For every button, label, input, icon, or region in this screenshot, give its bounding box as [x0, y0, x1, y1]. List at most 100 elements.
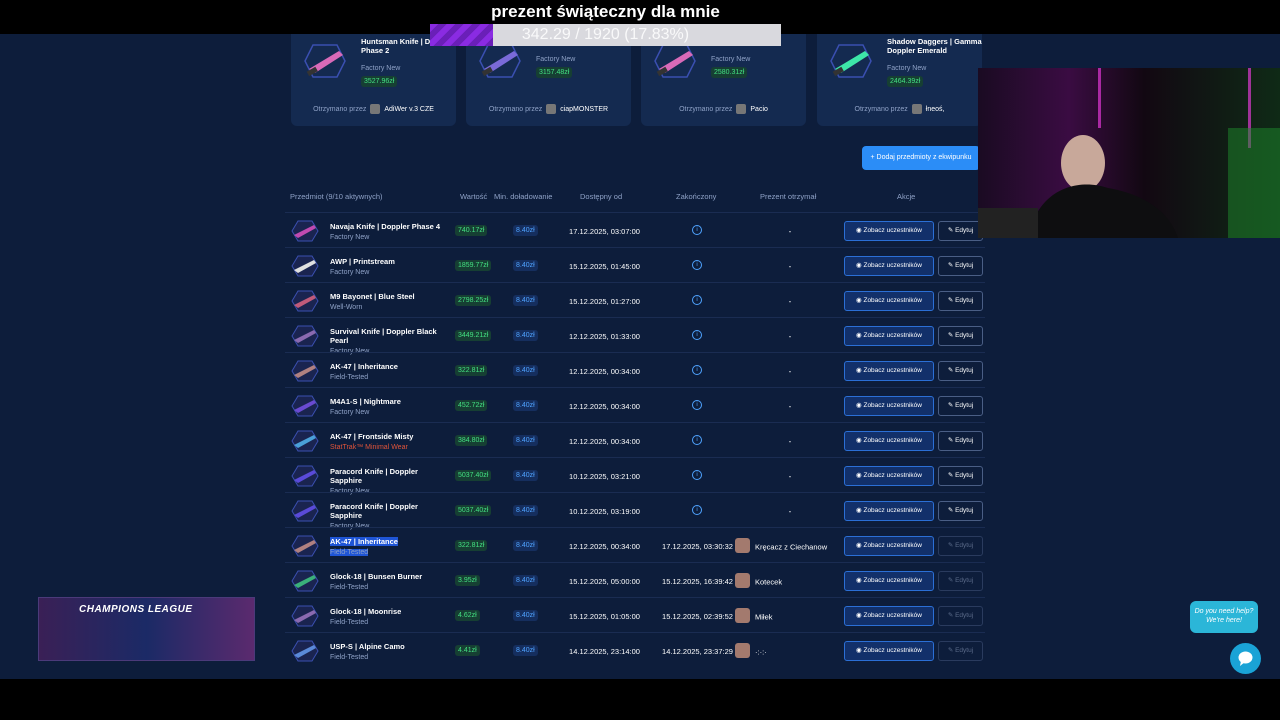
- card-item-condition: Factory New: [711, 56, 751, 63]
- view-participants-button[interactable]: ◉ Zobacz uczestników: [844, 466, 934, 486]
- edit-button[interactable]: ✎ Edytuj: [938, 396, 983, 416]
- recent-card[interactable]: Huntsman Knife | Doppler Phase 2 Factory …: [291, 34, 456, 126]
- edit-icon: ✎: [947, 332, 956, 339]
- item-icon: [291, 255, 319, 277]
- info-icon[interactable]: i: [692, 330, 702, 340]
- item-icon: [291, 325, 319, 347]
- chat-launcher-icon[interactable]: [1230, 643, 1261, 674]
- view-participants-button[interactable]: ◉ Zobacz uczestników: [844, 291, 934, 311]
- view-participants-button[interactable]: ◉ Zobacz uczestników: [844, 501, 934, 521]
- item-name-text: USP-S | Alpine Camo: [330, 642, 405, 651]
- edit-icon: ✎: [947, 262, 956, 269]
- item-name-text: Glock-18 | Bunsen Burner: [330, 572, 423, 581]
- edit-icon: ✎: [947, 297, 956, 304]
- winner-avatar: [735, 573, 750, 588]
- item-condition-text: Factory New: [330, 234, 370, 241]
- info-icon[interactable]: i: [692, 225, 702, 235]
- edit-button[interactable]: ✎ Edytuj: [938, 361, 983, 381]
- card-item-price: 3527.96zł: [361, 76, 398, 87]
- table-row: M4A1-S | Nightmare Factory New 452.72zł 8.4…: [285, 387, 985, 423]
- winner-avatar: [735, 608, 750, 623]
- item-name: Glock-18 | Moonrise: [330, 607, 450, 616]
- champions-league-overlay: CHAMPIONS LEAGUE: [38, 597, 255, 661]
- item-condition: Well-Worn: [330, 304, 362, 311]
- col-header-actions: Akcje: [897, 192, 916, 201]
- edit-button[interactable]: ✎ Edytuj: [938, 466, 983, 486]
- view-participants-label: Zobacz uczestników: [863, 367, 922, 374]
- edit-button[interactable]: ✎ Edytuj: [938, 256, 983, 276]
- view-participants-button[interactable]: ◉ Zobacz uczestników: [844, 396, 934, 416]
- recent-card[interactable]: Phase 4Factory New3157.48złOtrzymano prz…: [466, 34, 631, 126]
- info-icon[interactable]: i: [692, 260, 702, 270]
- edit-label: Edytuj: [955, 367, 974, 374]
- view-participants-button[interactable]: ◉ Zobacz uczestników: [844, 361, 934, 381]
- table-row: M9 Bayonet | Blue Steel Well-Worn 2798.25z…: [285, 282, 985, 318]
- winner: Kotecek: [735, 573, 845, 588]
- item-condition-text: Field-Tested: [330, 584, 369, 591]
- info-icon[interactable]: i: [692, 365, 702, 375]
- item-condition-text: Field-Tested: [330, 654, 369, 661]
- edit-button[interactable]: ✎ Edytuj: [938, 501, 983, 521]
- table-row: AK-47 | Inheritance Field-Tested 322.81zł 8…: [285, 527, 985, 563]
- item-value: 322.81zł: [455, 365, 488, 376]
- view-participants-button[interactable]: ◉ Zobacz uczestników: [844, 571, 934, 591]
- item-condition: StatTrak™ Minimal Wear: [330, 444, 408, 451]
- edit-icon: ✎: [947, 647, 956, 654]
- edit-button: ✎ Edytuj: [938, 536, 983, 556]
- edit-icon: ✎: [947, 507, 956, 514]
- min-deposit: 8.40zł: [513, 365, 538, 376]
- item-name: Navaja Knife | Doppler Phase 4: [330, 222, 450, 231]
- view-participants-label: Zobacz uczestników: [863, 612, 922, 619]
- view-participants-button[interactable]: ◉ Zobacz uczestników: [844, 221, 934, 241]
- view-participants-button[interactable]: ◉ Zobacz uczestników: [844, 536, 934, 556]
- item-condition-text: Well-Worn: [330, 304, 363, 311]
- winner-empty: -: [788, 507, 792, 516]
- edit-icon: ✎: [947, 227, 956, 234]
- edit-button[interactable]: ✎ Edytuj: [938, 221, 983, 241]
- item-name-text: AK-47 | Inheritance: [330, 362, 398, 371]
- view-participants-button[interactable]: ◉ Zobacz uczestników: [844, 606, 934, 626]
- card-item-condition: Factory New: [361, 65, 401, 72]
- item-thumbnail-icon: [304, 44, 346, 78]
- view-participants-label: Zobacz uczestników: [863, 542, 922, 549]
- item-name-text: M9 Bayonet | Blue Steel: [330, 292, 415, 301]
- edit-label: Edytuj: [955, 402, 974, 409]
- info-icon[interactable]: i: [692, 470, 702, 480]
- recent-card[interactable]: Shadow Daggers | Gamma Doppler Emerald Fa…: [817, 34, 982, 126]
- edit-button[interactable]: ✎ Edytuj: [938, 291, 983, 311]
- receiver-avatar: [736, 104, 747, 114]
- table-row: AK-47 | Frontside Misty StatTrak™ Minimal…: [285, 422, 985, 458]
- info-icon[interactable]: i: [692, 295, 702, 305]
- item-name: Paracord Knife | Doppler Sapphire: [330, 467, 450, 485]
- help-bubble[interactable]: Do you need help? We're here!: [1190, 601, 1258, 633]
- add-items-button[interactable]: + Dodaj przedmioty z ekwipunku: [862, 146, 980, 170]
- view-participants-button[interactable]: ◉ Zobacz uczestników: [844, 641, 934, 661]
- item-name-text: Navaja Knife | Doppler Phase 4: [330, 222, 441, 231]
- winner-empty: -: [788, 402, 792, 411]
- item-icon: [291, 640, 319, 662]
- card-received-by: Otrzymano przez Pacio: [641, 104, 806, 114]
- card-received-by: Otrzymano przez ciapMONSTER: [466, 104, 631, 114]
- item-name-text: AWP | Printstream: [330, 257, 395, 266]
- item-name-text: AK-47 | Frontside Misty: [330, 432, 414, 441]
- winner-name: Miłek: [755, 612, 773, 622]
- edit-button[interactable]: ✎ Edytuj: [938, 326, 983, 346]
- info-icon[interactable]: i: [692, 505, 702, 515]
- info-icon[interactable]: i: [692, 400, 702, 410]
- edit-button[interactable]: ✎ Edytuj: [938, 431, 983, 451]
- winner-empty: -: [788, 262, 792, 271]
- card-item-price: 2464.39zł: [887, 76, 924, 87]
- min-deposit: 8.40zł: [513, 470, 538, 481]
- view-participants-button[interactable]: ◉ Zobacz uczestników: [844, 326, 934, 346]
- view-participants-button[interactable]: ◉ Zobacz uczestników: [844, 431, 934, 451]
- item-icon: [291, 465, 319, 487]
- recent-card[interactable]: Gamma DopplerFactory New2580.31złOtrzyma…: [641, 34, 806, 126]
- view-participants-button[interactable]: ◉ Zobacz uczestników: [844, 256, 934, 276]
- winner-avatar: [735, 643, 750, 658]
- winner-name: Kotecek: [755, 577, 783, 587]
- edit-icon: ✎: [947, 472, 956, 479]
- item-value: 4.41zł: [455, 645, 480, 656]
- available-from: 15.12.2025, 05:00:00: [569, 577, 640, 586]
- receiver-avatar: [911, 104, 922, 114]
- info-icon[interactable]: i: [692, 435, 702, 445]
